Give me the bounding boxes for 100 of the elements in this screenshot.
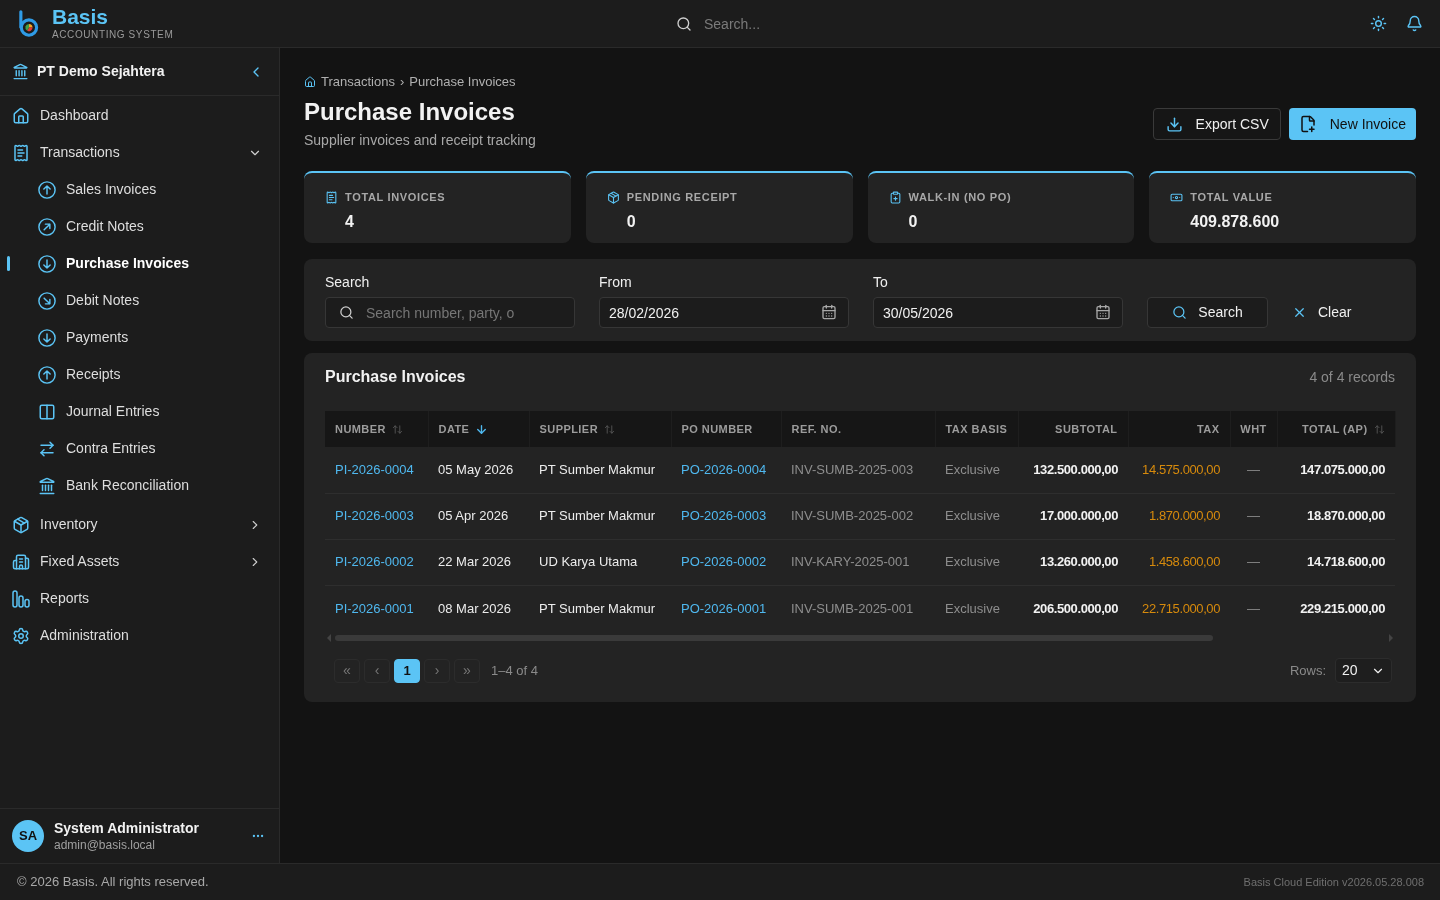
table-cell: 05 May 2026 [428, 447, 529, 493]
table-link[interactable]: PI-2026-0004 [335, 462, 414, 477]
date-field[interactable]: 30/05/2026 [873, 297, 1123, 328]
settings-icon [12, 626, 30, 645]
last-page-button[interactable]: » [454, 658, 480, 683]
table-cell: 08 Mar 2026 [428, 585, 529, 631]
box-icon [606, 190, 620, 204]
stat-label: TOTAL VALUE [1190, 190, 1273, 205]
table-cell: PT Sumber Makmur [529, 585, 671, 631]
table-link[interactable]: PI-2026-0003 [335, 508, 414, 524]
table-link[interactable]: PO-2026-0004 [681, 462, 767, 477]
search-icon [339, 305, 354, 320]
table-cell: PT Sumber Makmur [529, 493, 671, 539]
bell-icon [1405, 15, 1423, 32]
table-cell: 147.075.000,00 [1277, 447, 1395, 493]
table-cell: 22 Mar 2026 [428, 539, 529, 585]
search-field[interactable]: Search... [676, 6, 1076, 41]
column-header[interactable]: DATE [428, 411, 529, 447]
stat-value: 4 [345, 211, 355, 232]
nav-item[interactable]: Receipts [0, 356, 279, 393]
user-name: System Administrator [54, 819, 199, 837]
clear-button[interactable]: Clear [1276, 297, 1368, 328]
page-button[interactable]: 1 [394, 658, 420, 683]
next-page-button[interactable]: › [424, 658, 450, 683]
nav-item[interactable]: Purchase Invoices [0, 245, 279, 282]
stat-label: WALK-IN (NO PO) [908, 190, 1012, 205]
new-invoice-button[interactable]: New Invoice [1288, 108, 1416, 140]
notifications-button[interactable] [1404, 13, 1424, 34]
table-cell: INV-SUMB-2025-001 [781, 585, 935, 631]
table-cell: Exclusive [935, 447, 1018, 493]
first-page-button[interactable]: « [334, 658, 360, 683]
nav-item[interactable]: Payments [0, 319, 279, 356]
search-button[interactable]: Search [1147, 297, 1268, 328]
bank-icon [38, 476, 56, 495]
breadcrumb-link[interactable]: Transactions [321, 72, 395, 92]
nav-item[interactable]: Debit Notes [0, 282, 279, 319]
nav-item[interactable]: Fixed Assets [0, 543, 279, 580]
table-link[interactable]: PO-2026-0003 [681, 508, 767, 524]
nav-item[interactable]: Credit Notes [0, 208, 279, 245]
table-cell: 14.718.600,00 [1277, 539, 1395, 585]
table-cell: INV-SUMB-2025-003 [781, 447, 935, 493]
sun-icon [1369, 15, 1387, 32]
field-label: To [873, 273, 889, 291]
copyright-text: © 2026 Basis. All rights reserved. [17, 873, 209, 892]
table-cell: UD Karya Utama [529, 539, 671, 585]
table-cell: INV-KARY-2025-001 [781, 539, 935, 585]
nav-item[interactable]: Bank Reconciliation [0, 467, 279, 504]
search-icon [676, 15, 692, 32]
column-header[interactable]: SUPPLIER [529, 411, 671, 447]
breadcrumb-separator: › [399, 73, 405, 92]
date-field[interactable]: 28/02/2026 [599, 297, 849, 328]
nav-item[interactable]: Inventory [0, 506, 279, 543]
search-field[interactable]: Search number, party, o [325, 297, 575, 328]
panel-title: Purchase Invoices [325, 367, 466, 387]
theme-button[interactable] [1368, 13, 1388, 34]
nav-item[interactable]: Contra Entries [0, 430, 279, 467]
rows-select[interactable]: 20 [1335, 658, 1392, 683]
nav-item[interactable]: Reports [0, 580, 279, 617]
user-avatar: SA [12, 820, 44, 852]
receipt-icon [12, 143, 30, 162]
table-link[interactable]: PI-2026-0001 [335, 600, 414, 616]
sort-icon [604, 423, 616, 435]
building-icon [12, 552, 30, 571]
column-header[interactable]: TOTAL (AP) [1277, 411, 1395, 447]
search-icon [1172, 305, 1188, 320]
nav-item[interactable]: Sales Invoices [0, 171, 279, 208]
table-link[interactable]: PO-2026-0002 [681, 554, 767, 570]
previous-page-button[interactable]: ‹ [364, 658, 390, 683]
logo-icon [17, 10, 40, 37]
stat-value: 0 [626, 211, 637, 232]
sort-icon [1373, 423, 1385, 435]
export-button[interactable]: Export CSV [1152, 108, 1281, 140]
bar-chart-icon [12, 589, 30, 608]
table-cell: 18.870.000,00 [1277, 493, 1395, 539]
column-header: PO NUMBER [671, 411, 781, 447]
close-icon [1292, 305, 1307, 320]
table-link[interactable]: PI-2026-0002 [335, 554, 414, 570]
table-cell: 22.715.000,00 [1128, 585, 1230, 631]
arrow-down-circle-icon [38, 328, 56, 347]
version-text: Basis Cloud Edition v2026.05.28.008 [1243, 874, 1424, 890]
receipt-icon [325, 190, 338, 204]
column-header: TAX [1128, 411, 1230, 447]
horizontal-scrollbar[interactable] [325, 633, 1395, 643]
table-cell: Exclusive [935, 539, 1018, 585]
record-count: 4 of 4 records [1309, 367, 1395, 387]
table-cell: Exclusive [935, 585, 1018, 631]
home-icon [304, 76, 316, 88]
nav-item[interactable]: Journal Entries [0, 393, 279, 430]
table-cell: INV-SUMB-2025-002 [781, 493, 935, 539]
nav-item[interactable]: Administration [0, 617, 279, 654]
nav-item[interactable]: Dashboard [0, 97, 279, 134]
nav-item[interactable]: Transactions [0, 134, 279, 171]
arrow-up-right-circle-icon [38, 217, 56, 236]
table-link[interactable]: PO-2026-0001 [681, 600, 767, 616]
field-label: Search [325, 273, 371, 291]
box-icon [12, 515, 30, 534]
column-header[interactable]: NUMBER [325, 411, 428, 447]
download-icon [1165, 115, 1183, 133]
table-cell: PT Sumber Makmur [529, 447, 671, 493]
bank-icon [12, 63, 29, 80]
